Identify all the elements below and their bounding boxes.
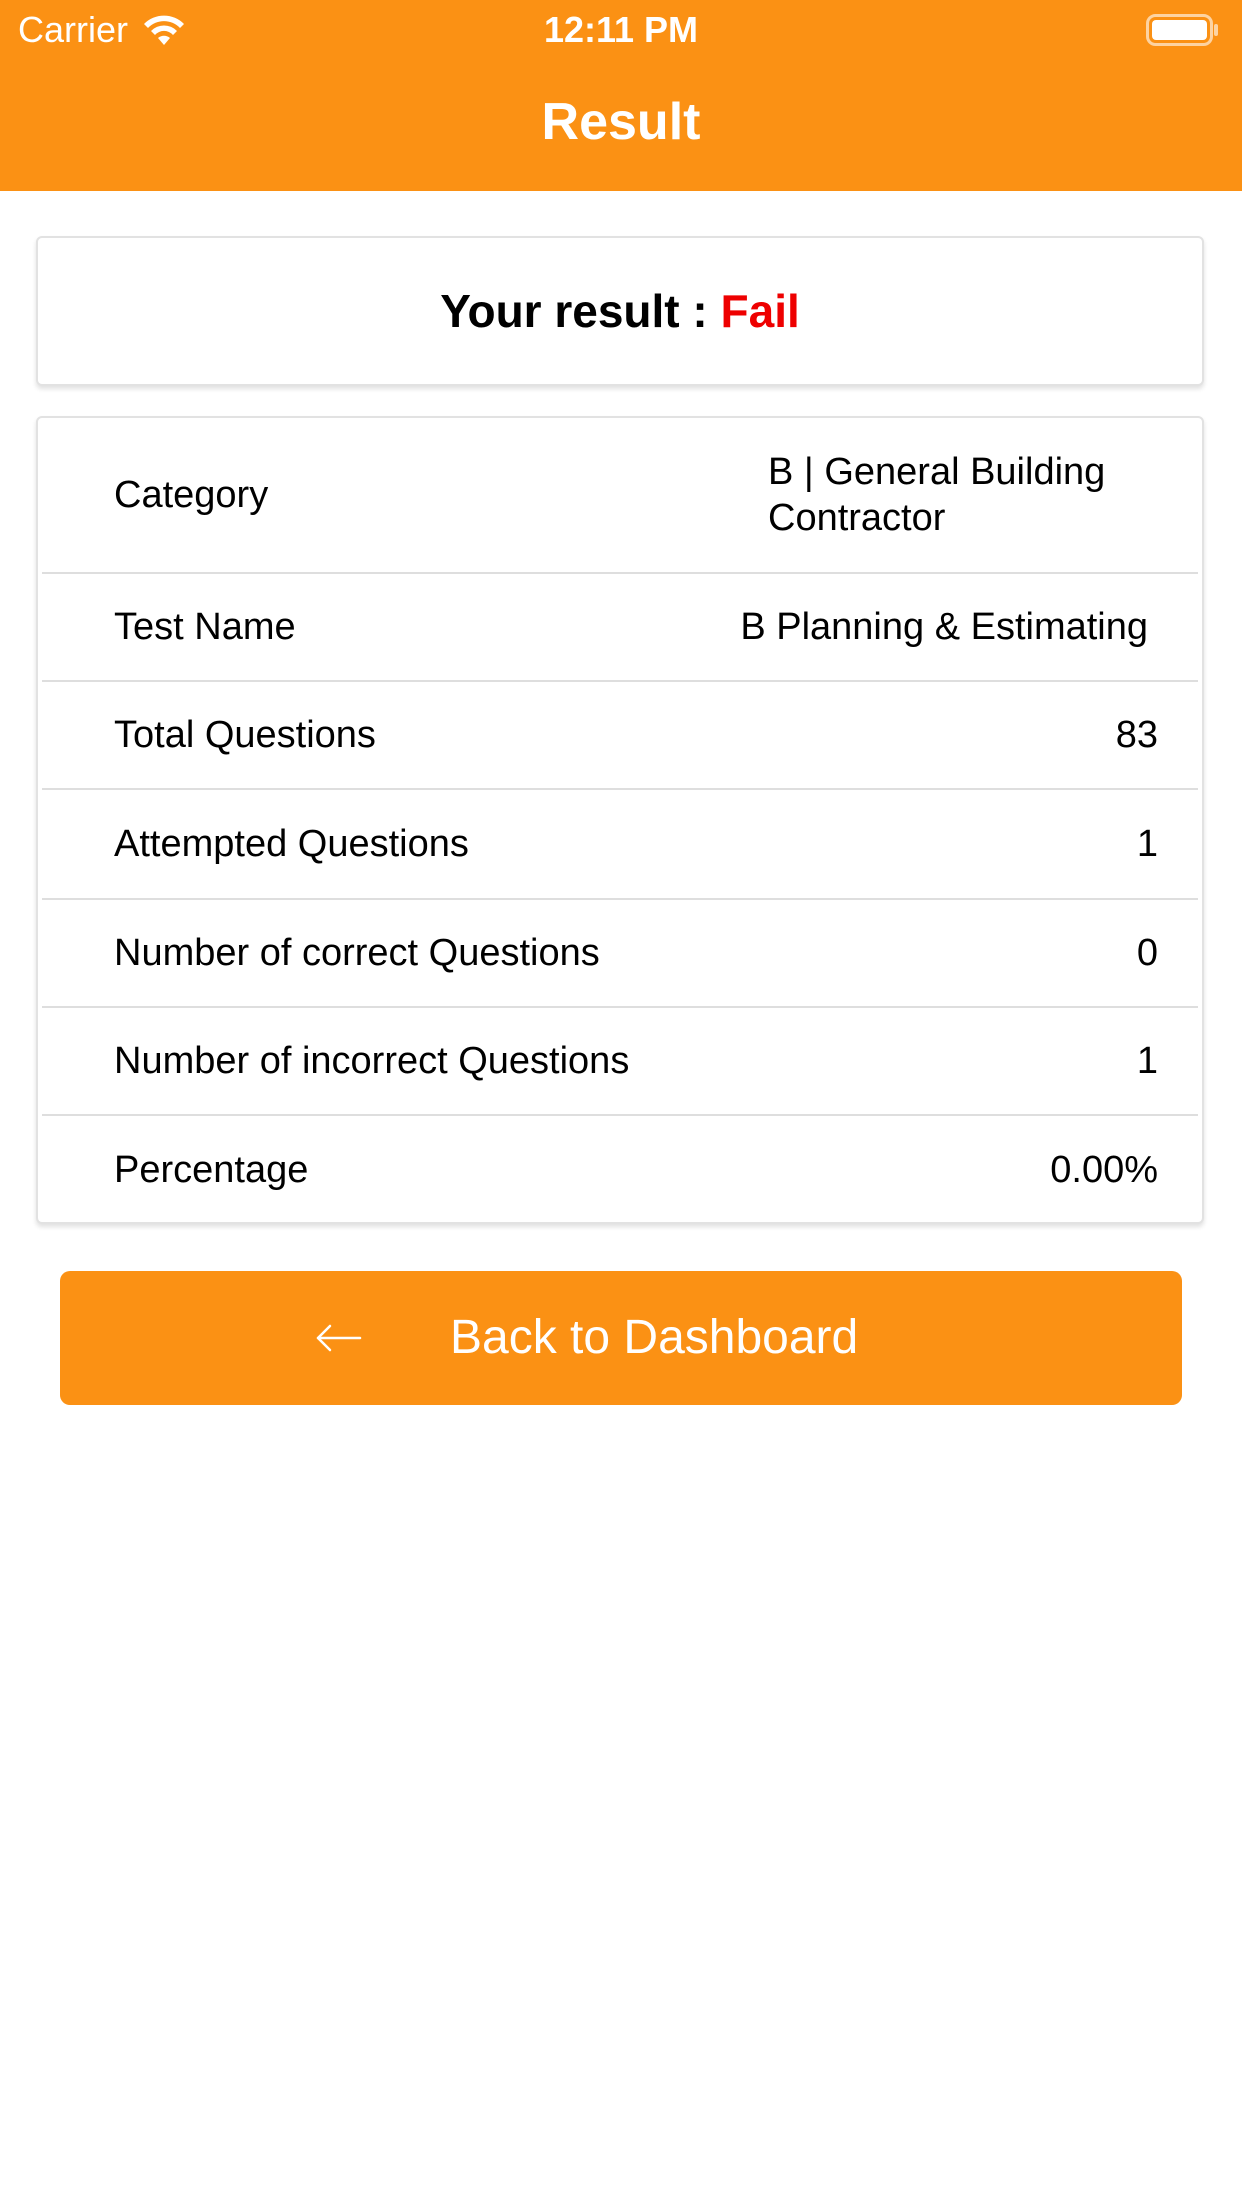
detail-label: Total Questions: [114, 714, 376, 756]
status-time: 12:11 PM: [543, 9, 699, 50]
back-to-dashboard-button[interactable]: Back to Dashboard: [60, 1271, 1182, 1405]
detail-row-total-questions: Total Questions 83: [42, 682, 1198, 790]
detail-row-incorrect-questions: Number of incorrect Questions 1: [42, 1008, 1198, 1116]
result-status: Fail: [720, 285, 800, 337]
detail-value: B | General Building Contractor: [768, 451, 1106, 539]
arrow-left-icon: [316, 1324, 362, 1352]
app-header: Carrier 12:11 PM Result: [0, 0, 1242, 191]
battery-icon: [1146, 14, 1218, 46]
detail-label: Test Name: [114, 606, 296, 648]
detail-label: Attempted Questions: [114, 823, 469, 865]
detail-row-test-name: Test Name B Planning & Estimating: [42, 574, 1198, 682]
detail-label: Number of correct Questions: [114, 932, 600, 974]
result-label: Your result :: [440, 285, 721, 337]
detail-value: 0.00%: [1050, 1149, 1158, 1191]
detail-value: B Planning & Estimating: [740, 606, 1148, 648]
detail-row-category: Category B | General Building Contractor: [42, 418, 1198, 574]
page-title: Result: [541, 93, 701, 151]
result-details-card: Category B | General Building Contractor…: [36, 416, 1204, 1224]
detail-value: 0: [1136, 932, 1158, 974]
detail-label: Category: [114, 474, 269, 516]
status-bar: Carrier 12:11 PM: [0, 0, 1242, 60]
detail-value: 83: [1115, 714, 1158, 756]
result-summary-card: Your result : Fail: [36, 236, 1204, 386]
detail-label: Percentage: [114, 1149, 309, 1191]
back-to-dashboard-label: Back to Dashboard: [450, 1311, 859, 1364]
detail-value: 1: [1136, 1040, 1158, 1082]
detail-label: Number of incorrect Questions: [114, 1040, 630, 1082]
detail-row-percentage: Percentage 0.00%: [42, 1116, 1198, 1222]
detail-row-correct-questions: Number of correct Questions 0: [42, 900, 1198, 1008]
detail-value: 1: [1136, 823, 1158, 865]
detail-row-attempted-questions: Attempted Questions 1: [42, 790, 1198, 900]
